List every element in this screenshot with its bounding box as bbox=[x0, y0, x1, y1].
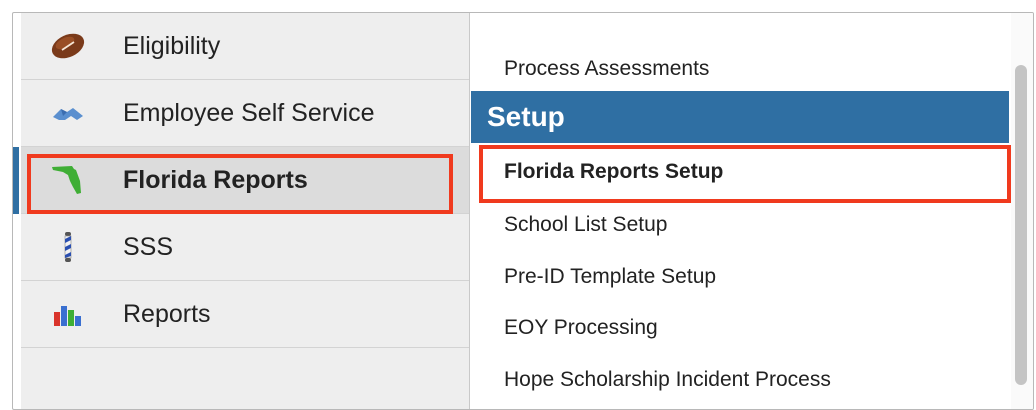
menu-item-eoy-processing[interactable]: EOY Processing bbox=[471, 316, 1009, 340]
menu-item-hope-scholarship-incident-process[interactable]: Hope Scholarship Incident Process bbox=[471, 368, 1009, 392]
scrollbar[interactable] bbox=[1011, 13, 1033, 409]
sidebar-item-label: Reports bbox=[123, 299, 211, 328]
menu-item-school-list-setup[interactable]: School List Setup bbox=[471, 213, 1009, 237]
sidebar: Eligibility Employee Self Service Florid… bbox=[13, 13, 470, 409]
sidebar-item-label: Eligibility bbox=[123, 31, 221, 60]
barber-pole-icon bbox=[47, 230, 89, 264]
sidebar-item-eligibility[interactable]: Eligibility bbox=[21, 13, 469, 80]
section-header-setup: Setup bbox=[471, 91, 1009, 143]
sidebar-item-sss[interactable]: SSS bbox=[21, 214, 469, 281]
sidebar-item-employee-self-service[interactable]: Employee Self Service bbox=[21, 80, 469, 147]
menu-item-pre-id-template-setup[interactable]: Pre-ID Template Setup bbox=[471, 265, 1009, 289]
highlight-box-menu bbox=[479, 145, 1011, 203]
navigation-panel: Eligibility Employee Self Service Florid… bbox=[12, 12, 1034, 410]
bar-chart-icon bbox=[47, 297, 89, 331]
submenu-panel: Process Assessments Setup Florida Report… bbox=[471, 13, 1011, 409]
sidebar-item-reports[interactable]: Reports bbox=[21, 281, 469, 348]
highlight-box-sidebar bbox=[27, 154, 453, 214]
sidebar-item-label: Employee Self Service bbox=[123, 98, 375, 127]
handshake-icon bbox=[47, 96, 89, 130]
active-indicator bbox=[13, 146, 19, 214]
menu-item-process-assessments[interactable]: Process Assessments bbox=[471, 57, 1009, 81]
sidebar-item-label: SSS bbox=[123, 232, 174, 261]
football-icon bbox=[47, 29, 89, 63]
scrollbar-thumb[interactable] bbox=[1015, 65, 1027, 385]
